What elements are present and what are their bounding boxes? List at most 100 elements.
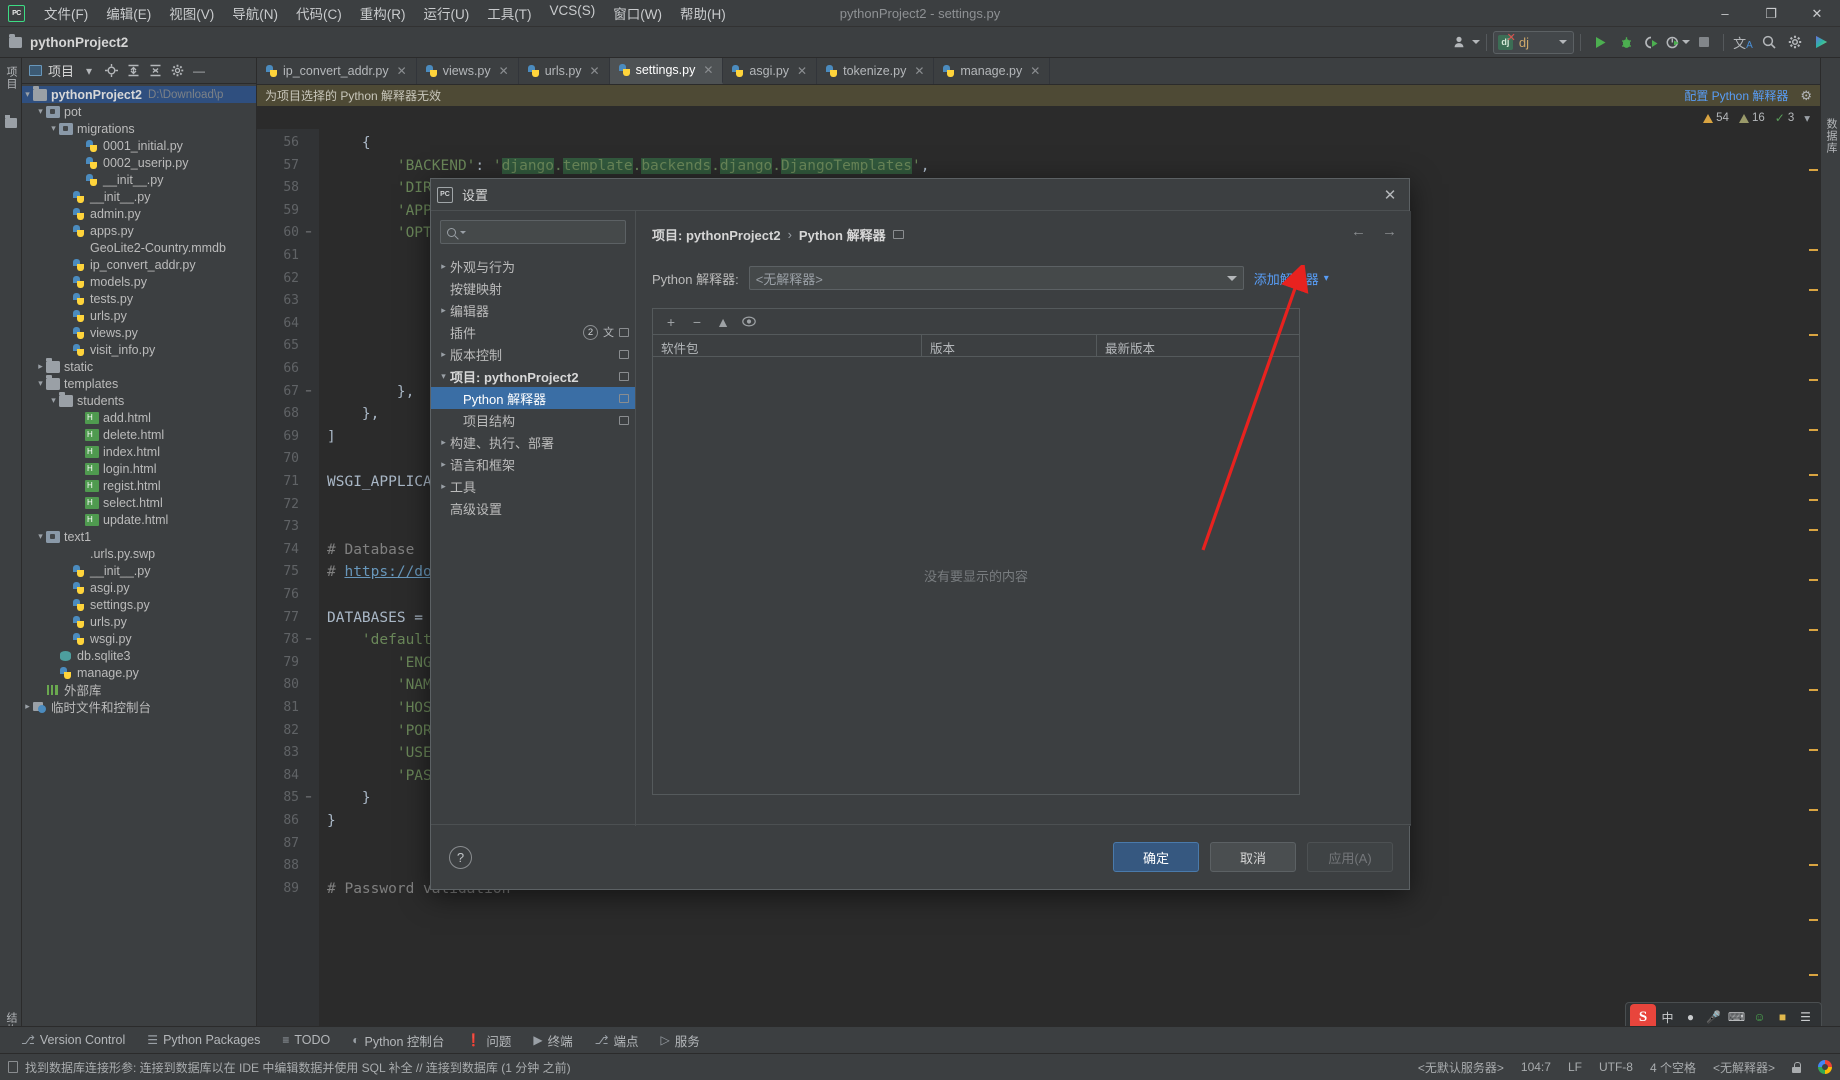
chevron-down-icon[interactable]: ▾: [437, 371, 450, 382]
settings-category-1[interactable]: 按键映射: [431, 277, 635, 299]
python-icon: ◐: [352, 1033, 360, 1047]
tool-window-button-5[interactable]: ▶ 终端: [522, 1031, 583, 1050]
search-icon: [447, 227, 456, 237]
problem-icon: ❗: [466, 1033, 482, 1047]
status-message-group: 找到数据库连接形参: 连接到数据库以在 IDE 中编辑数据并使用 SQL 补全 …: [8, 1059, 571, 1076]
inspection-chevron[interactable]: ▾: [1804, 111, 1810, 125]
settings-nav-arrows: ← →: [1351, 223, 1397, 240]
copy-icon[interactable]: [619, 349, 629, 359]
interpreter-combobox[interactable]: <无解释器>: [748, 266, 1244, 290]
settings-category-0[interactable]: ▸ 外观与行为: [431, 255, 635, 277]
settings-category-label: 按键映射: [450, 281, 503, 297]
weak-warning-triangle-icon: [1738, 113, 1749, 123]
settings-category-label: 插件: [450, 325, 477, 341]
tool-window-label: 问题: [486, 1034, 512, 1049]
copy-settings-icon[interactable]: [892, 230, 904, 239]
tool-window-button-3[interactable]: ◐ Python 控制台: [341, 1031, 455, 1050]
apply-button: 应用(A): [1307, 842, 1393, 872]
tool-window-bar: ⎇ Version Control ☰ Python Packages ≡ TODO ◐ Py…: [0, 1026, 1840, 1053]
lock-icon[interactable]: [1792, 1061, 1801, 1073]
settings-category-9[interactable]: ▸ 语言和框架: [431, 453, 635, 475]
settings-category-label: 高级设置: [450, 501, 503, 517]
settings-category-label: 编辑器: [450, 303, 490, 319]
packages-column-header[interactable]: 版本: [922, 335, 1097, 356]
settings-category-2[interactable]: ▸ 编辑器: [431, 299, 635, 321]
settings-category-4[interactable]: ▸ 版本控制: [431, 343, 635, 365]
copy-icon[interactable]: [619, 415, 629, 425]
typo-count-value: 3: [1787, 112, 1795, 124]
settings-category-3[interactable]: 插件 2 文: [431, 321, 635, 343]
settings-category-label: 工具: [450, 479, 477, 495]
dialog-close-button[interactable]: ✕: [1377, 182, 1403, 208]
status-caret-position[interactable]: 104:7: [1521, 1060, 1551, 1074]
nav-back-button[interactable]: ←: [1351, 223, 1366, 240]
dialog-body: ▸ 外观与行为 按键映射 ▸ 编辑器 插件 2 文 ▸ 版本控制 ▾ 项目: pythonProjec…: [431, 211, 1411, 826]
package-icon: ☰: [147, 1033, 159, 1047]
service-icon: ▷: [660, 1033, 670, 1047]
weak-warning-count[interactable]: 16: [1738, 112, 1765, 124]
chevron-down-icon: ▾: [1323, 272, 1329, 284]
breadcrumb-page: Python 解释器: [798, 228, 886, 243]
help-button[interactable]: ?: [449, 845, 472, 869]
copy-icon[interactable]: [619, 327, 629, 337]
settings-category-6[interactable]: Python 解释器: [431, 387, 635, 409]
typo-count[interactable]: ✓ 3: [1775, 111, 1794, 125]
eye-icon[interactable]: [737, 311, 761, 333]
settings-category-8[interactable]: ▸ 构建、执行、部署: [431, 431, 635, 453]
settings-search-input[interactable]: [440, 220, 626, 244]
breadcrumb-project[interactable]: 项目: pythonProject2: [652, 225, 781, 244]
tool-window-button-1[interactable]: ☰ Python Packages: [136, 1033, 271, 1047]
add-icon[interactable]: +: [659, 311, 683, 333]
packages-panel: + − ▲ 软件包 版本 最新版本 没有要显示的内容: [652, 308, 1300, 795]
status-encoding[interactable]: UTF-8: [1599, 1060, 1633, 1074]
settings-category-5[interactable]: ▾ 项目: pythonProject2: [431, 365, 635, 387]
tool-window-label: TODO: [294, 1033, 331, 1047]
chevron-right-icon[interactable]: ▸: [437, 459, 450, 470]
cancel-button[interactable]: 取消: [1210, 842, 1296, 872]
settings-category-label: 项目结构: [463, 413, 516, 429]
translate-icon[interactable]: 文: [603, 324, 614, 340]
status-line-separator[interactable]: LF: [1568, 1060, 1582, 1074]
tool-window-button-4[interactable]: ❗ 问题: [455, 1031, 522, 1050]
warning-count[interactable]: 54: [1703, 112, 1729, 124]
endpoint-icon: ⎇: [594, 1033, 609, 1047]
chevron-right-icon[interactable]: ▸: [437, 437, 450, 448]
remove-icon[interactable]: −: [685, 311, 709, 333]
packages-column-header[interactable]: 软件包: [653, 335, 922, 356]
status-bar: 找到数据库连接形参: 连接到数据库以在 IDE 中编辑数据并使用 SQL 补全 …: [0, 1053, 1840, 1080]
tool-window-button-7[interactable]: ▷ 服务: [649, 1031, 710, 1050]
google-icon[interactable]: [1818, 1060, 1832, 1074]
weak-warning-count-value: 16: [1751, 112, 1765, 124]
chevron-down-icon: [1226, 275, 1237, 281]
tool-window-button-0[interactable]: ⎇ Version Control: [10, 1033, 136, 1047]
nav-forward-button[interactable]: →: [1382, 223, 1397, 240]
ok-button[interactable]: 确定: [1113, 842, 1199, 872]
settings-dialog: PC 设置 ✕ ▸ 外观与行为 按键映射 ▸ 编辑器 插件 2 文 ▸ 版本控制 ▾ 项目: pyth…: [430, 178, 1411, 890]
settings-category-10[interactable]: ▸ 工具: [431, 475, 635, 497]
copy-icon[interactable]: [619, 371, 629, 381]
chevron-right-icon[interactable]: ▸: [437, 261, 450, 272]
tool-window-button-6[interactable]: ⎇ 端点: [584, 1031, 650, 1050]
tool-window-button-2[interactable]: ≡ TODO: [271, 1033, 341, 1047]
settings-category-11[interactable]: 高级设置: [431, 497, 635, 519]
status-server[interactable]: <无默认服务器>: [1418, 1059, 1504, 1076]
settings-category-7[interactable]: 项目结构: [431, 409, 635, 431]
upgrade-icon[interactable]: ▲: [711, 311, 735, 333]
packages-empty-state: 没有要显示的内容: [923, 569, 1028, 584]
copy-icon[interactable]: [619, 393, 629, 403]
settings-category-label: 项目: pythonProject2: [450, 369, 579, 385]
interpreter-value: <无解释器>: [755, 271, 823, 287]
chevron-right-icon[interactable]: ▸: [437, 481, 450, 492]
status-indent[interactable]: 4 个空格: [1650, 1059, 1696, 1076]
settings-tree: ▸ 外观与行为 按键映射 ▸ 编辑器 插件 2 文 ▸ 版本控制 ▾ 项目: pythonProjec…: [431, 255, 635, 519]
interpreter-row: Python 解释器: <无解释器> 添加解释器 ▾: [652, 266, 1395, 290]
chevron-right-icon[interactable]: ▸: [437, 305, 450, 316]
packages-column-header[interactable]: 最新版本: [1097, 335, 1299, 356]
dialog-button-group: 确定 取消 应用(A): [1113, 842, 1393, 872]
add-interpreter-link[interactable]: 添加解释器 ▾: [1254, 269, 1329, 288]
status-message[interactable]: 找到数据库连接形参: 连接到数据库以在 IDE 中编辑数据并使用 SQL 补全 …: [25, 1059, 571, 1076]
check-icon: ✓: [1774, 111, 1785, 125]
chevron-right-icon[interactable]: ▸: [437, 349, 450, 360]
status-interpreter[interactable]: <无解释器>: [1713, 1059, 1775, 1076]
status-right-group: <无默认服务器> 104:7 LF UTF-8 4 个空格 <无解释器>: [1418, 1059, 1832, 1076]
